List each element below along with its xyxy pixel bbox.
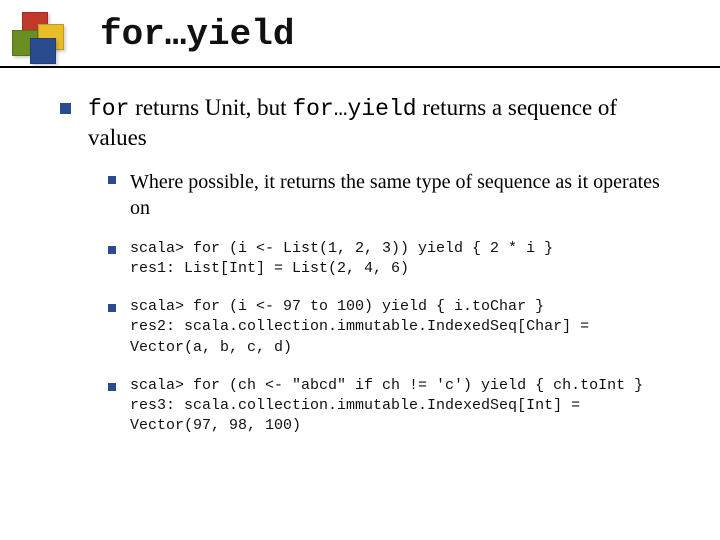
title-row: for…yield [0,14,720,60]
bullet-level2: scala> for (ch <- "abcd" if ch != 'c') y… [106,376,676,437]
bullet-level2: scala> for (i <- List(1, 2, 3)) yield { … [106,239,676,280]
logo-squares-icon [4,12,70,60]
body: for returns Unit, but for…yield returns … [0,68,720,437]
bullet-text: for returns Unit, but for…yield returns … [88,95,617,150]
slide: for…yield for returns Unit, but for…yiel… [0,0,720,540]
sub-text: Where possible, it returns the same type… [130,169,676,221]
bullet-level2: scala> for (i <- 97 to 100) yield { i.to… [106,297,676,358]
bullet-level2: Where possible, it returns the same type… [106,169,676,221]
code-block: scala> for (ch <- "abcd" if ch != 'c') y… [130,376,676,437]
bullet-level1: for returns Unit, but for…yield returns … [58,94,676,437]
code-block: scala> for (i <- 97 to 100) yield { i.to… [130,297,676,358]
slide-title: for…yield [100,14,294,55]
code-block: scala> for (i <- List(1, 2, 3)) yield { … [130,239,676,280]
